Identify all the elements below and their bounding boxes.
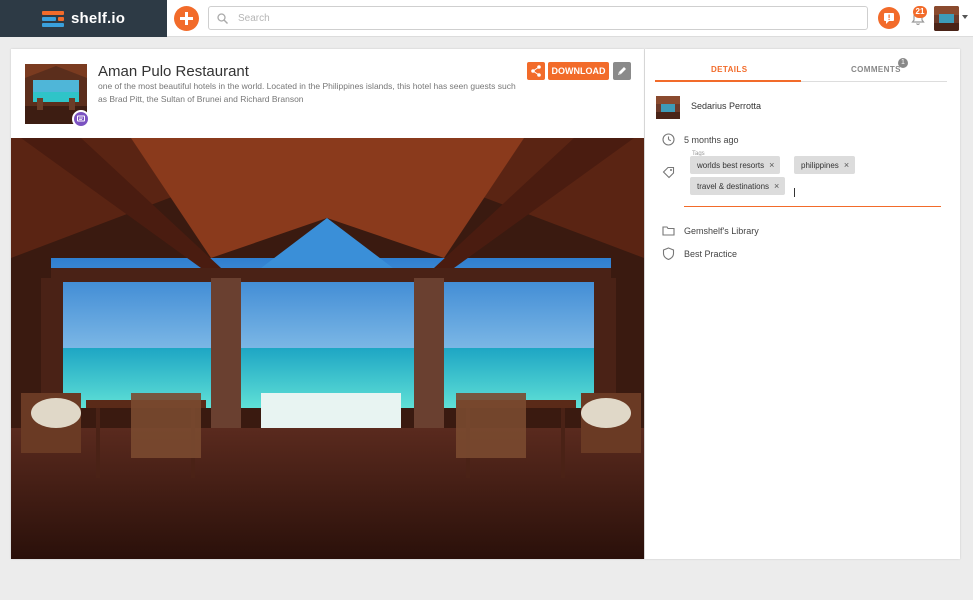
panel-tabs: DETAILS COMMENTS 1 <box>655 58 947 82</box>
edit-button[interactable] <box>613 62 631 80</box>
gem-card: Aman Pulo Restaurant one of the most bea… <box>11 49 644 559</box>
created-time: 5 months ago <box>684 135 739 145</box>
brand-logo[interactable]: shelf.io <box>0 0 167 37</box>
tab-comments[interactable]: COMMENTS <box>851 65 901 74</box>
gem-type-badge <box>72 110 90 128</box>
remove-tag-icon[interactable]: × <box>844 160 849 170</box>
owner-avatar[interactable] <box>656 96 680 119</box>
tag-icon <box>662 166 675 179</box>
comments-count-badge: 1 <box>898 58 908 68</box>
brand-name: shelf.io <box>71 10 126 27</box>
active-tab-indicator <box>655 80 801 82</box>
plus-icon <box>180 12 193 25</box>
tag-input-cursor[interactable] <box>794 188 795 197</box>
shield-icon <box>662 247 675 260</box>
gem-title: Aman Pulo Restaurant <box>98 63 249 80</box>
search-icon <box>217 12 228 24</box>
add-gem-button[interactable] <box>174 6 199 31</box>
search-bar[interactable] <box>208 6 868 30</box>
remove-tag-icon[interactable]: × <box>769 160 774 170</box>
search-input[interactable] <box>238 12 838 24</box>
tag-input-underline <box>684 206 941 207</box>
avatar-image <box>934 6 959 31</box>
top-bar: shelf.io 21 <box>0 0 973 37</box>
share-button[interactable] <box>527 62 545 80</box>
tag-chip[interactable]: worlds best resorts × <box>690 156 781 174</box>
owner-avatar-image <box>656 96 680 119</box>
clock-icon <box>662 133 675 146</box>
message-icon <box>77 115 85 122</box>
tag-label: travel & destinations <box>697 182 770 191</box>
folder-icon <box>662 226 675 236</box>
gem-description: one of the most beautiful hotels in the … <box>98 81 516 104</box>
shelf-logo-icon <box>42 10 64 27</box>
download-button[interactable]: DOWNLOAD <box>548 62 609 80</box>
tag-chip[interactable]: philippines × <box>794 156 856 174</box>
user-menu-caret-icon[interactable] <box>962 15 968 19</box>
owner-name[interactable]: Sedarius Perrotta <box>691 101 761 111</box>
category-name[interactable]: Best Practice <box>684 249 737 259</box>
chat-bubble-icon <box>884 13 894 24</box>
gem-image[interactable] <box>11 138 644 559</box>
remove-tag-icon[interactable]: × <box>774 181 779 191</box>
notification-count-badge: 21 <box>913 6 927 18</box>
library-name[interactable]: Gemshelf's Library <box>684 226 759 236</box>
pencil-icon <box>618 67 626 75</box>
tab-details[interactable]: DETAILS <box>711 65 747 74</box>
share-icon <box>531 65 541 77</box>
tag-chip[interactable]: travel & destinations × <box>690 177 786 195</box>
messages-button[interactable] <box>878 7 900 29</box>
restaurant-photo <box>11 138 644 559</box>
user-avatar[interactable] <box>934 6 959 31</box>
tag-label: worlds best resorts <box>697 161 765 170</box>
tag-label: philippines <box>801 161 839 170</box>
details-panel: DETAILS COMMENTS 1 Sedarius Perrotta 5 m… <box>645 49 960 559</box>
